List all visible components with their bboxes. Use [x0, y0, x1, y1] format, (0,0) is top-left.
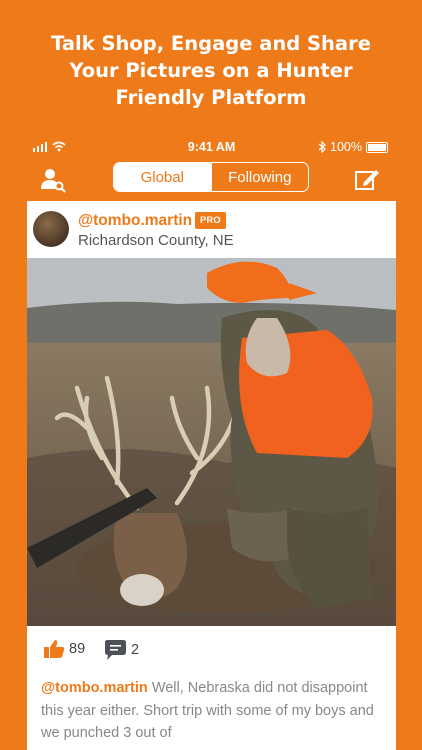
- post-photo[interactable]: [27, 258, 396, 626]
- phone-screen: 9:41 AM 100% Global Following @tombo.mar…: [27, 137, 396, 750]
- status-bar: 9:41 AM 100%: [27, 137, 396, 157]
- comment-count: 2: [131, 642, 140, 658]
- bluetooth-icon: [318, 141, 326, 153]
- battery-icon: [366, 141, 388, 153]
- promo-line: Talk Shop, Engage and Share: [51, 32, 371, 55]
- compose-icon[interactable]: [354, 167, 380, 193]
- thumbs-up-icon: [44, 640, 65, 658]
- post-username[interactable]: @tombo.martin: [78, 212, 192, 230]
- promo-line: Your Pictures on a Hunter: [69, 59, 353, 82]
- like-button[interactable]: 89: [43, 639, 85, 659]
- promo-headline: Talk Shop, Engage and Share Your Picture…: [0, 30, 422, 111]
- like-count: 89: [69, 641, 86, 657]
- tab-following[interactable]: Following: [210, 163, 309, 191]
- feed-segmented-control: Global Following: [113, 162, 309, 192]
- post-location: Richardson County, NE: [78, 232, 234, 249]
- post-caption: @tombo.martin Well, Nebraska did not dis…: [41, 677, 389, 745]
- post-actions: 89 2: [27, 626, 396, 671]
- user-search-icon[interactable]: [40, 167, 66, 193]
- status-right: 100%: [318, 140, 388, 154]
- caption-username[interactable]: @tombo.martin: [41, 680, 148, 696]
- tab-global[interactable]: Global: [114, 163, 211, 191]
- promo-line: Friendly Platform: [115, 86, 307, 109]
- battery-percent: 100%: [330, 140, 362, 154]
- comment-icon: [105, 640, 126, 660]
- nav-bar: Global Following: [27, 157, 396, 201]
- comment-button[interactable]: 2: [103, 639, 139, 661]
- pro-badge: PRO: [195, 212, 226, 229]
- avatar[interactable]: [33, 211, 69, 247]
- post-header: @tombo.martin PRO Richardson County, NE: [27, 201, 396, 258]
